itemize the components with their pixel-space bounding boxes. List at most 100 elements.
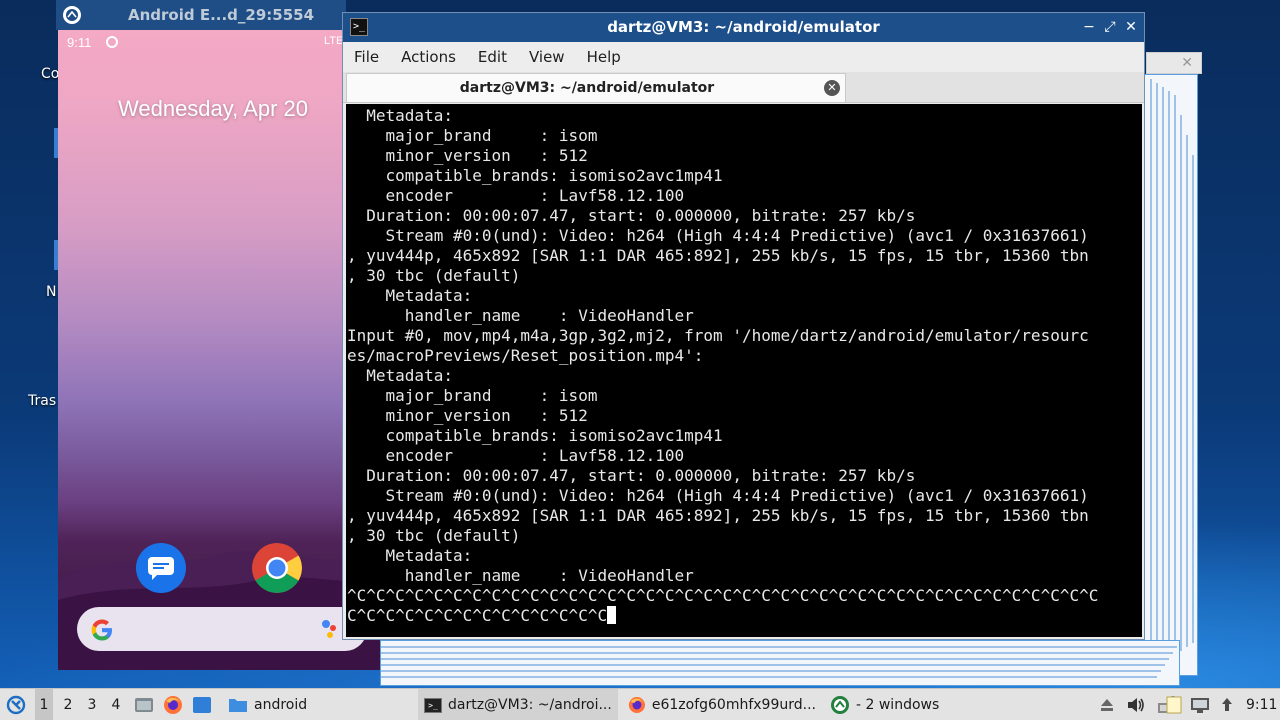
terminal-line: Duration: 00:00:07.47, start: 0.000000, … — [347, 206, 916, 225]
emulator-window-title: Android E...d_29:5554 — [128, 6, 315, 24]
taskbar-window-label: e61zofg60mhfx99urd... — [651, 697, 816, 713]
terminal-line: compatible_brands: isomiso2avc1mp41 — [347, 166, 723, 185]
emulator-icon — [831, 696, 849, 714]
terminal-line: Input #0, mov,mp4,m4a,3gp,3g2,mj2, from … — [347, 326, 1089, 345]
terminal-titlebar[interactable]: >_ dartz@VM3: ~/android/emulator − ⤢ ✕ — [343, 13, 1144, 42]
firefox-launcher[interactable] — [163, 689, 183, 720]
terminal-line: , 30 tbc (default) — [347, 526, 521, 545]
assistant-icon[interactable] — [321, 619, 337, 639]
emulator-logo-icon — [66, 9, 78, 21]
taskbar-window-terminal[interactable]: >_ dartz@VM3: ~/androi... — [418, 689, 618, 720]
taskbar-window-label: android — [254, 697, 308, 713]
maximize-button[interactable]: ⤢ — [1101, 17, 1119, 37]
emulator-titlebar[interactable]: Android E...d_29:5554 — [56, 0, 346, 30]
lxqt-logo-icon — [6, 695, 26, 715]
eject-icon — [1101, 699, 1113, 711]
terminal-line: Metadata: — [347, 286, 473, 305]
terminal-line: handler_name : VideoHandler — [347, 306, 694, 325]
folder-icon — [229, 699, 247, 712]
file-manager-launcher[interactable] — [193, 689, 211, 720]
workspace-4[interactable]: 4 — [107, 689, 125, 720]
desktop-icon-label[interactable]: Co — [41, 66, 59, 82]
terminal-line: minor_version : 512 — [347, 146, 588, 165]
desktop-icon-label[interactable]: Tras — [28, 393, 56, 409]
taskbar-window-firefox[interactable]: e61zofg60mhfx99urd... — [624, 689, 820, 720]
workspace-3[interactable]: 3 — [83, 689, 101, 720]
window-stack-edges — [381, 646, 1177, 678]
terminal-line: , yuv444p, 465x892 [SAR 1:1 DAR 465:892]… — [347, 246, 1089, 265]
terminal-line: encoder : Lavf58.12.100 — [347, 446, 685, 465]
notes-icon — [1166, 696, 1182, 714]
tray-removable-media[interactable] — [1098, 689, 1116, 720]
google-search-bar[interactable] — [77, 607, 367, 651]
terminal-line: ^C^C^C^C^C^C^C^C^C^C^C^C^C^C^C^C^C^C^C^C… — [347, 586, 1099, 605]
terminal-prompt-line[interactable]: C^C^C^C^C^C^C^C^C^C^C^C^C^C — [347, 606, 1142, 626]
desktop-icon-label[interactable]: N — [46, 284, 56, 300]
terminal-line: Stream #0:0(und): Video: h264 (High 4:4:… — [347, 226, 1089, 245]
home-date[interactable]: Wednesday, Apr 20 — [118, 96, 308, 122]
notification-icon — [106, 36, 118, 48]
terminal-line: , 30 tbc (default) — [347, 266, 521, 285]
terminal-line: major_brand : isom — [347, 126, 598, 145]
menu-view[interactable]: View — [518, 48, 576, 66]
tray-screen[interactable] — [1190, 689, 1210, 720]
menu-edit[interactable]: Edit — [467, 48, 518, 66]
terminal-icon: >_ — [424, 697, 442, 713]
taskbar-window-label: dartz@VM3: ~/androi... — [448, 697, 612, 713]
workspace-2[interactable]: 2 — [59, 689, 77, 720]
workspace-1[interactable]: 1 — [35, 689, 53, 720]
terminal-line: major_brand : isom — [347, 386, 598, 405]
firefox-icon — [164, 696, 182, 714]
show-desktop-icon — [135, 698, 153, 712]
close-button[interactable]: ✕ — [1122, 17, 1140, 37]
android-home-screen[interactable]: 9:11 LTE Wednesday, Apr 20 — [58, 30, 380, 670]
android-status-time: 9:11 — [67, 35, 92, 50]
terminal-line: Metadata: — [347, 366, 453, 385]
taskbar-window-emulator-group[interactable]: - 2 windows — [826, 689, 1026, 720]
taskbar-folder-android[interactable]: android — [222, 689, 412, 720]
google-g-icon — [91, 619, 112, 641]
messages-icon[interactable] — [136, 543, 186, 593]
taskbar: 1 2 3 4 android >_ dartz@VM3: ~/androi..… — [0, 688, 1280, 720]
terminal-line: Stream #0:0(und): Video: h264 (High 4:4:… — [347, 486, 1089, 505]
terminal-window-title: dartz@VM3: ~/android/emulator — [607, 18, 880, 36]
terminal-line: Duration: 00:00:07.47, start: 0.000000, … — [347, 466, 916, 485]
background-window-stack-bottom — [380, 640, 1180, 686]
messages-bubble-icon — [148, 557, 174, 580]
taskbar-clock[interactable]: 9:11 — [1246, 689, 1277, 720]
chrome-logo-icon — [252, 543, 302, 593]
terminal-line: Metadata: — [347, 546, 473, 565]
window-icon — [193, 697, 211, 713]
minimize-button[interactable]: − — [1080, 17, 1098, 37]
chrome-icon[interactable] — [252, 543, 302, 593]
terminal-output[interactable]: Metadata: major_brand : isom minor_versi… — [346, 104, 1142, 637]
upload-icon — [1222, 698, 1232, 711]
terminal-line: Metadata: — [347, 106, 453, 125]
window-stack-edges — [1150, 79, 1194, 671]
tray-updates[interactable] — [1220, 689, 1234, 720]
network-indicator: LTE — [324, 35, 344, 47]
terminal-line: minor_version : 512 — [347, 406, 588, 425]
terminal-line: compatible_brands: isomiso2avc1mp41 — [347, 426, 723, 445]
terminal-window[interactable]: >_ dartz@VM3: ~/android/emulator − ⤢ ✕ F… — [342, 12, 1145, 640]
show-desktop-button[interactable] — [134, 689, 154, 720]
terminal-line-text: C^C^C^C^C^C^C^C^C^C^C^C^C^C — [347, 606, 608, 625]
firefox-icon — [628, 696, 645, 714]
terminal-tabbar: dartz@VM3: ~/android/emulator ✕ — [343, 72, 1144, 103]
menu-help[interactable]: Help — [576, 48, 632, 66]
tray-notes[interactable] — [1166, 689, 1182, 720]
menu-file[interactable]: File — [343, 48, 390, 66]
menu-actions[interactable]: Actions — [390, 48, 467, 66]
taskbar-window-label: - 2 windows — [856, 697, 940, 713]
close-tab-icon[interactable]: ✕ — [824, 80, 840, 96]
terminal-tab[interactable]: dartz@VM3: ~/android/emulator ✕ — [346, 73, 846, 102]
terminal-line: handler_name : VideoHandler — [347, 566, 694, 585]
terminal-line: es/macroPreviews/Reset_position.mp4': — [347, 346, 704, 365]
emulator-app-icon — [63, 6, 81, 24]
android-status-bar: 9:11 LTE — [58, 30, 380, 54]
start-menu-button[interactable] — [4, 689, 28, 720]
tray-volume[interactable] — [1126, 689, 1146, 720]
terminal-line: , yuv444p, 465x892 [SAR 1:1 DAR 465:892]… — [347, 506, 1089, 525]
terminal-menubar: File Actions Edit View Help — [343, 42, 1144, 72]
terminal-line: encoder : Lavf58.12.100 — [347, 186, 685, 205]
